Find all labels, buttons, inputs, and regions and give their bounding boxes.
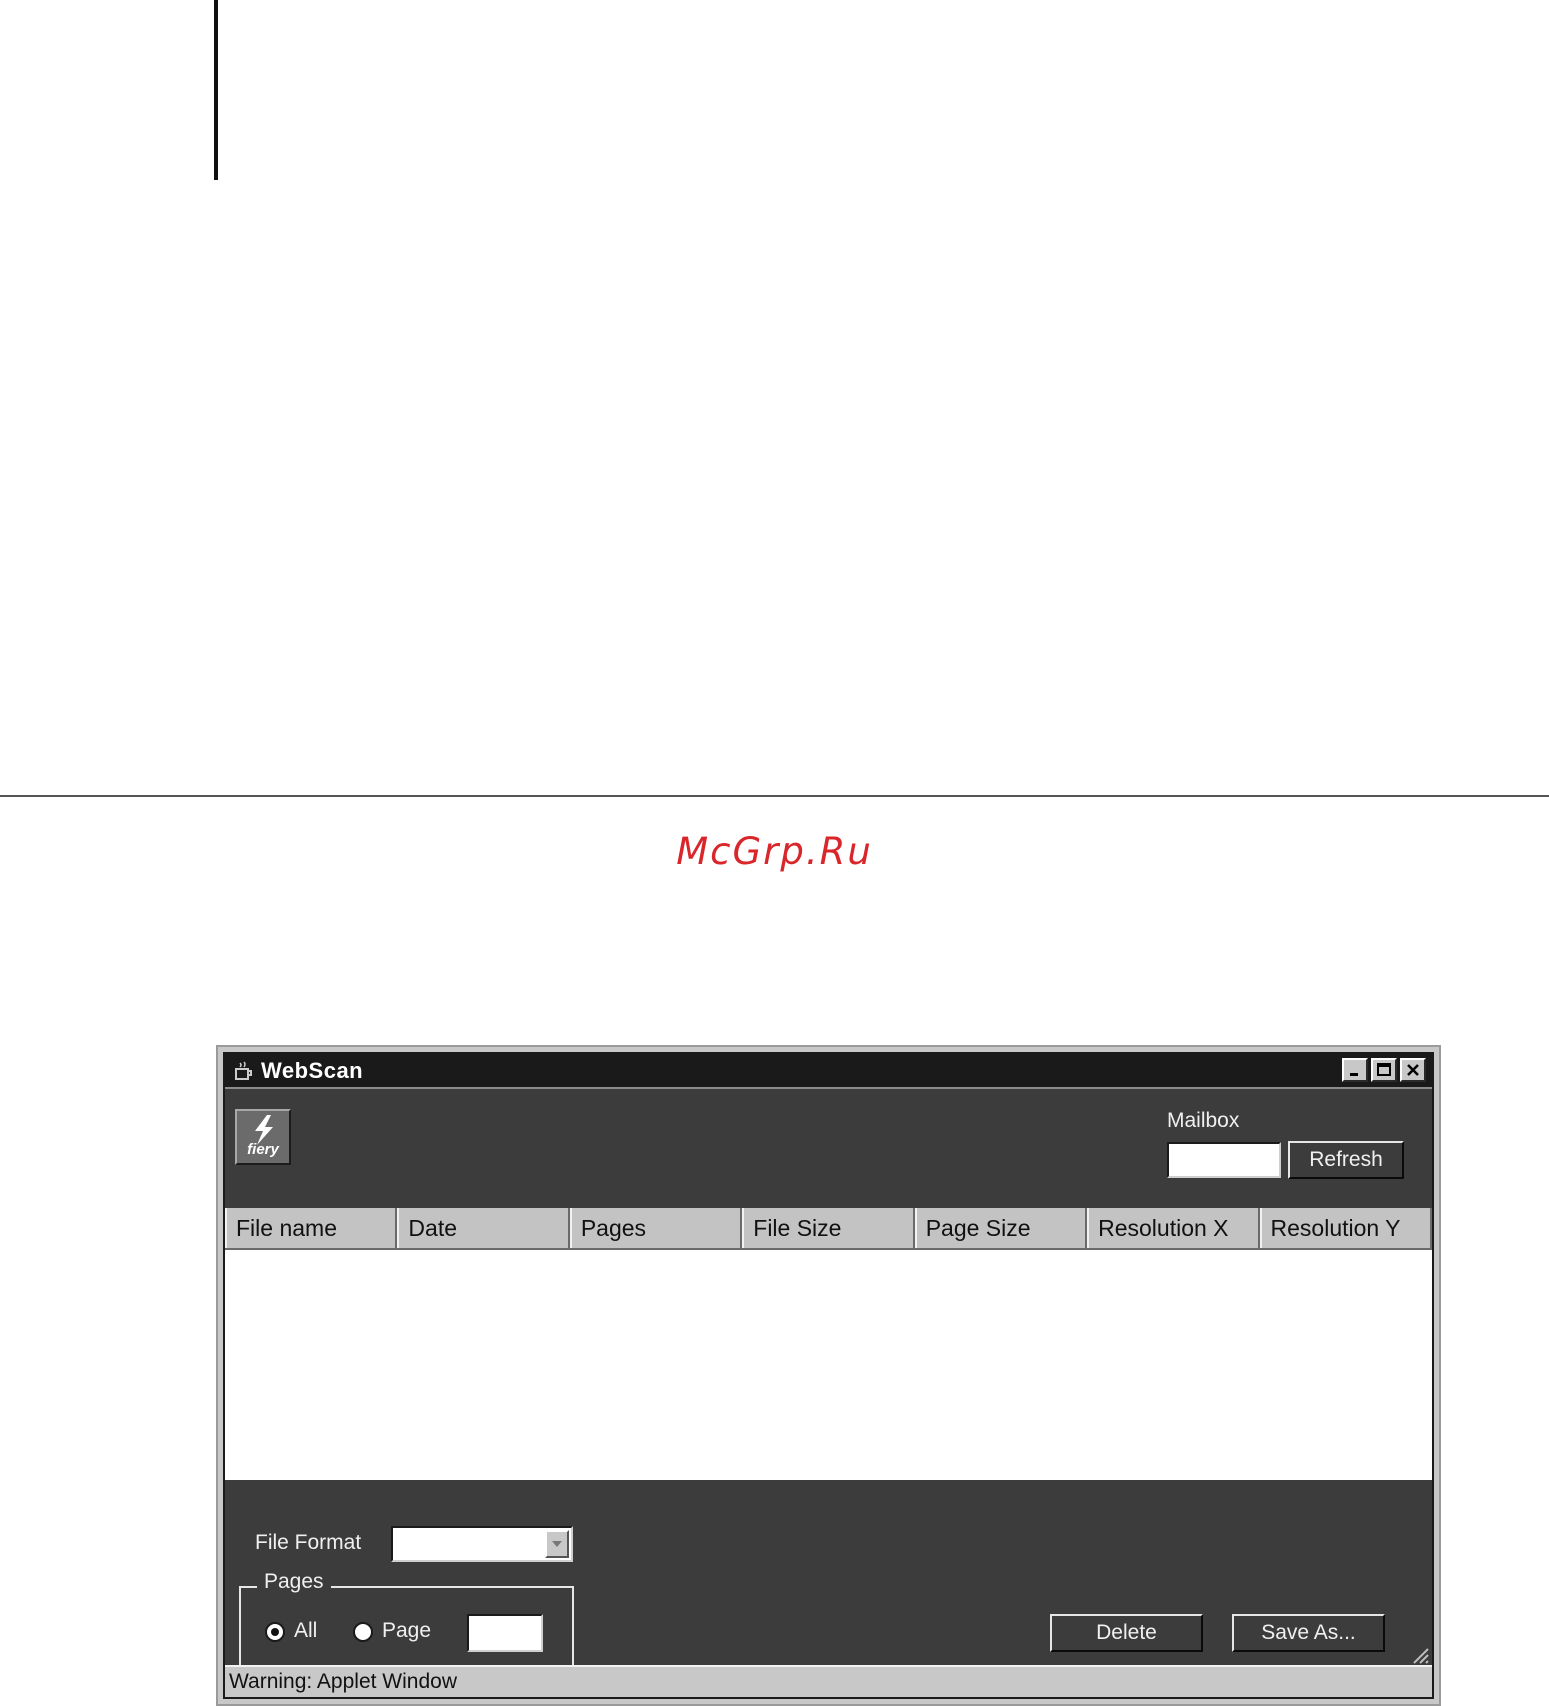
- page-number-input[interactable]: [467, 1614, 543, 1652]
- radio-page[interactable]: [353, 1622, 373, 1642]
- webscan-window: WebScan fiery Mailbox Refresh File name …: [216, 1045, 1441, 1706]
- column-header-file-size[interactable]: File Size: [742, 1208, 915, 1248]
- file-format-label: File Format: [255, 1531, 362, 1554]
- radio-all-label[interactable]: All: [294, 1619, 317, 1643]
- title-bar[interactable]: WebScan: [225, 1054, 1432, 1089]
- minimize-button[interactable]: [1342, 1058, 1368, 1082]
- page-horizontal-rule: [0, 795, 1549, 797]
- resize-grip-icon[interactable]: [1408, 1643, 1430, 1665]
- close-icon: [1407, 1064, 1419, 1076]
- refresh-button[interactable]: Refresh: [1288, 1141, 1404, 1179]
- window-title: WebScan: [261, 1057, 364, 1083]
- fiery-logo: fiery: [235, 1109, 291, 1165]
- status-text: Warning: Applet Window: [229, 1670, 457, 1693]
- pages-group-label: Pages: [257, 1570, 331, 1594]
- column-header-date[interactable]: Date: [397, 1208, 570, 1248]
- minimize-icon: [1350, 1073, 1358, 1076]
- java-cup-icon[interactable]: [231, 1059, 257, 1083]
- file-table-header: File name Date Pages File Size Page Size…: [225, 1208, 1432, 1250]
- maximize-button[interactable]: [1371, 1058, 1397, 1082]
- column-header-page-size[interactable]: Page Size: [914, 1208, 1088, 1248]
- file-table-body[interactable]: [225, 1250, 1432, 1480]
- column-header-pages[interactable]: Pages: [569, 1208, 743, 1248]
- page-vertical-rule: [214, 0, 218, 180]
- fiery-logo-text: fiery: [247, 1141, 279, 1158]
- chevron-down-icon: [552, 1541, 562, 1547]
- status-bar: Warning: Applet Window: [225, 1665, 1432, 1697]
- column-header-resolution-y[interactable]: Resolution Y: [1259, 1208, 1432, 1248]
- delete-button[interactable]: Delete: [1050, 1614, 1203, 1652]
- column-header-file-name[interactable]: File name: [225, 1208, 398, 1248]
- dropdown-arrow-button[interactable]: [545, 1530, 569, 1558]
- close-button[interactable]: [1400, 1058, 1426, 1082]
- mailbox-input[interactable]: [1167, 1142, 1281, 1178]
- window-client-area: WebScan fiery Mailbox Refresh File name …: [223, 1052, 1434, 1699]
- file-format-select[interactable]: [391, 1526, 573, 1562]
- radio-all[interactable]: [265, 1622, 285, 1642]
- radio-page-label[interactable]: Page: [382, 1619, 431, 1643]
- window-controls: [1342, 1058, 1426, 1082]
- column-header-resolution-x[interactable]: Resolution X: [1087, 1208, 1260, 1248]
- maximize-icon: [1377, 1063, 1391, 1076]
- mailbox-label: Mailbox: [1167, 1109, 1240, 1132]
- watermark-text: McGrp.Ru: [676, 830, 873, 873]
- save-as-button[interactable]: Save As...: [1232, 1614, 1385, 1652]
